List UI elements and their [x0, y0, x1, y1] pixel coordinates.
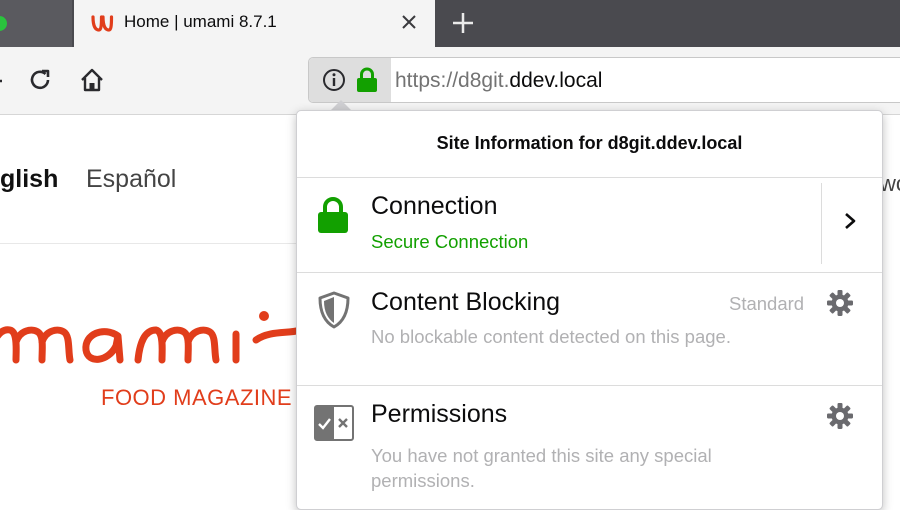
identity-box[interactable]	[309, 58, 391, 102]
navigation-toolbar: https://d8git.ddev.local	[0, 47, 900, 115]
content-blocking-description: No blockable content detected on this pa…	[371, 326, 731, 347]
page-text-fragment: wo	[880, 171, 900, 196]
previous-tab[interactable]	[0, 0, 72, 47]
close-icon[interactable]	[398, 11, 420, 33]
info-icon[interactable]	[322, 68, 346, 92]
umami-favicon-icon	[91, 15, 114, 32]
content-blocking-title: Content Blocking	[371, 288, 561, 316]
connection-status: Secure Connection	[371, 231, 529, 252]
tab-strip: Home | umami 8.7.1	[0, 0, 900, 47]
connection-section[interactable]: Connection Secure Connection	[297, 177, 882, 273]
connection-title: Connection	[371, 192, 498, 220]
tab-title: Home | umami 8.7.1	[124, 12, 277, 31]
permissions-section: Permissions You have not granted this si…	[297, 385, 882, 510]
content-blocking-section: Content Blocking Standard No blockable c…	[297, 272, 882, 386]
language-link-english[interactable]: glish	[0, 165, 58, 194]
gear-icon[interactable]	[826, 402, 854, 430]
lock-icon	[357, 67, 377, 92]
lock-icon	[318, 197, 348, 233]
url-bar[interactable]: https://d8git.ddev.local	[308, 57, 900, 103]
gear-icon[interactable]	[826, 289, 854, 317]
chevron-right-icon[interactable]	[843, 211, 857, 231]
tab-home[interactable]: Home | umami 8.7.1	[74, 0, 435, 47]
divider	[0, 243, 300, 244]
permissions-description-line2: permissions.	[371, 470, 475, 491]
popup-title: Site Information for d8git.ddev.local	[436, 133, 743, 153]
url-text[interactable]: https://d8git.ddev.local	[395, 69, 602, 93]
home-icon[interactable]	[79, 67, 105, 93]
divider	[821, 183, 822, 264]
umami-logo	[0, 311, 300, 364]
plus-icon[interactable]	[448, 8, 478, 38]
language-link-spanish[interactable]: Español	[86, 165, 176, 194]
permissions-description-line1: You have not granted this site any speci…	[371, 445, 712, 466]
forward-icon[interactable]	[0, 71, 2, 91]
permissions-icon	[314, 405, 354, 441]
popup-header: Site Information for d8git.ddev.local	[297, 111, 882, 178]
shield-icon	[318, 291, 350, 329]
reload-icon[interactable]	[27, 67, 53, 93]
permissions-title: Permissions	[371, 400, 508, 428]
tagline: FOOD MAGAZINE	[101, 385, 293, 410]
tab-indicator-icon	[0, 16, 7, 31]
site-info-popup: Site Information for d8git.ddev.local Co…	[296, 110, 883, 510]
blocking-level-label: Standard	[729, 293, 805, 314]
